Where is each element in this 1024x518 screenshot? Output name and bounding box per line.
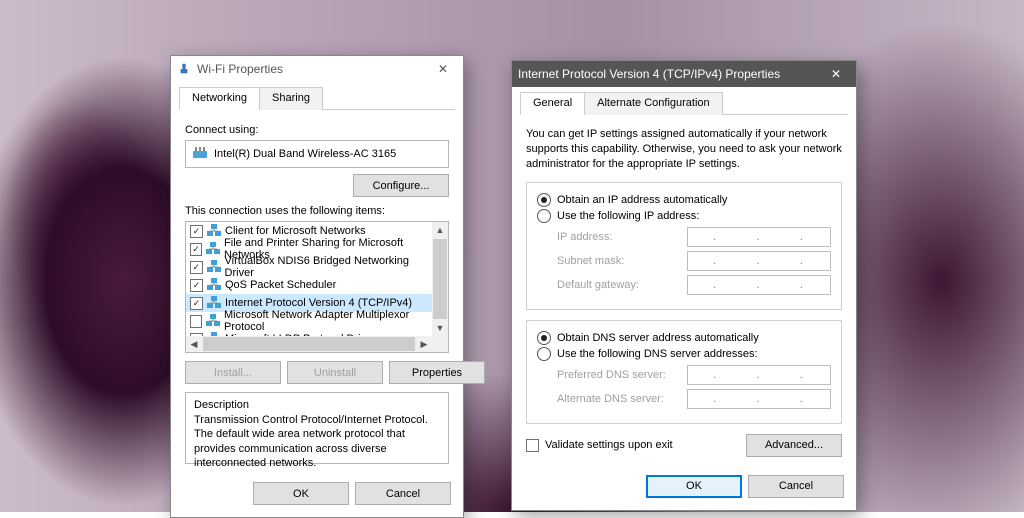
checkbox-icon[interactable]: ✓ [190,243,202,256]
adapter-field[interactable]: Intel(R) Dual Band Wireless-AC 3165 [185,140,449,168]
alternate-dns-field: ... [687,389,831,409]
scroll-right-icon[interactable]: ▶ [416,336,432,352]
list-item-label: Microsoft Network Adapter Multiplexor Pr… [224,309,432,333]
radio-dns-manual[interactable]: Use the following DNS server addresses: [537,347,831,361]
ipv4-ok-button[interactable]: OK [646,475,742,498]
checkbox-icon[interactable]: ✓ [190,225,203,238]
radio-ip-manual-label: Use the following IP address: [557,210,699,222]
install-button[interactable]: Install... [185,361,281,384]
wifi-properties-dialog: Wi-Fi Properties ✕ Networking Sharing Co… [170,55,464,518]
adapter-name: Intel(R) Dual Band Wireless-AC 3165 [214,148,396,160]
radio-ip-auto[interactable]: Obtain an IP address automatically [537,193,831,207]
list-item-label: QoS Packet Scheduler [225,279,336,291]
protocol-icon [207,260,221,275]
scrollbar-thumb[interactable] [433,239,447,319]
default-gateway-label: Default gateway: [557,279,687,291]
radio-dot-icon [537,193,551,207]
tab-networking[interactable]: Networking [179,87,260,110]
radio-dot-icon [537,331,551,345]
checkbox-icon[interactable]: ✓ [190,279,203,292]
wifi-tabstrip: Networking Sharing [179,86,455,110]
uninstall-button[interactable]: Uninstall [287,361,383,384]
wifi-icon [177,62,191,76]
radio-dns-auto[interactable]: Obtain DNS server address automatically [537,331,831,345]
tab-general[interactable]: General [520,92,585,115]
alternate-dns-label: Alternate DNS server: [557,393,687,405]
scroll-left-icon[interactable]: ◀ [186,336,202,352]
ipv4-properties-dialog: Internet Protocol Version 4 (TCP/IPv4) P… [511,60,857,511]
dns-group: Obtain DNS server address automatically … [526,320,842,424]
radio-dot-icon [537,347,551,361]
preferred-dns-label: Preferred DNS server: [557,369,687,381]
description-text: Transmission Control Protocol/Internet P… [194,413,440,470]
connection-items-list: ✓Client for Microsoft Networks✓File and … [185,221,449,353]
wifi-ok-button[interactable]: OK [253,482,349,505]
radio-ip-auto-label: Obtain an IP address automatically [557,194,727,206]
protocol-icon [206,242,220,257]
default-gateway-field: ... [687,275,831,295]
checkbox-icon[interactable]: ✓ [190,261,203,274]
description-box: Description Transmission Control Protoco… [185,392,449,464]
validate-settings-label: Validate settings upon exit [545,439,673,451]
radio-dns-manual-label: Use the following DNS server addresses: [557,348,758,360]
list-item[interactable]: ✓ VirtualBox NDIS6 Bridged Networking Dri… [186,258,432,276]
checkbox-icon [526,439,539,452]
subnet-mask-label: Subnet mask: [557,255,687,267]
ip-address-label: IP address: [557,231,687,243]
protocol-icon [207,278,221,293]
validate-settings-checkbox[interactable]: Validate settings upon exit [526,439,673,452]
description-heading: Description [194,399,440,411]
checkbox-icon[interactable] [190,315,202,328]
protocol-icon [207,296,221,311]
protocol-icon [206,314,220,329]
list-item-label: VirtualBox NDIS6 Bridged Networking Driv… [225,255,432,279]
protocol-icon [207,224,221,239]
ipv4-tabstrip: General Alternate Configuration [520,91,848,115]
horizontal-scrollbar[interactable]: ◀ ▶ [186,336,432,352]
wifi-cancel-button[interactable]: Cancel [355,482,451,505]
ipv4-cancel-button[interactable]: Cancel [748,475,844,498]
radio-ip-manual[interactable]: Use the following IP address: [537,209,831,223]
wifi-titlebar[interactable]: Wi-Fi Properties ✕ [171,56,463,82]
hscrollbar-thumb[interactable] [203,337,415,351]
items-label: This connection uses the following items… [185,205,449,217]
wifi-panel: Connect using: Intel(R) Dual Band Wirele… [171,110,463,474]
vertical-scrollbar[interactable]: ▲ ▼ [432,222,448,336]
tab-sharing[interactable]: Sharing [259,87,323,110]
ip-address-field: ... [687,227,831,247]
subnet-mask-field: ... [687,251,831,271]
list-item[interactable]: Microsoft Network Adapter Multiplexor Pr… [186,312,432,330]
scroll-down-icon[interactable]: ▼ [432,320,448,336]
network-adapter-icon [192,147,208,161]
configure-button[interactable]: Configure... [353,174,449,197]
wifi-title: Wi-Fi Properties [197,62,429,76]
ipv4-note: You can get IP settings assigned automat… [526,127,842,172]
list-item-label: Client for Microsoft Networks [225,225,366,237]
ipv4-titlebar[interactable]: Internet Protocol Version 4 (TCP/IPv4) P… [512,61,856,87]
radio-dns-auto-label: Obtain DNS server address automatically [557,332,759,344]
ipv4-panel: You can get IP settings assigned automat… [512,115,856,467]
close-icon[interactable]: ✕ [429,62,457,76]
connect-using-label: Connect using: [185,124,449,136]
scroll-up-icon[interactable]: ▲ [432,222,448,238]
close-icon[interactable]: ✕ [822,67,850,81]
checkbox-icon[interactable]: ✓ [190,297,203,310]
scrollbar-corner [432,336,448,352]
radio-dot-icon [537,209,551,223]
ipv4-title: Internet Protocol Version 4 (TCP/IPv4) P… [518,67,822,81]
tab-alternate-configuration[interactable]: Alternate Configuration [584,92,723,115]
ip-address-group: Obtain an IP address automatically Use t… [526,182,842,310]
advanced-button[interactable]: Advanced... [746,434,842,457]
preferred-dns-field: ... [687,365,831,385]
list-item-label: Internet Protocol Version 4 (TCP/IPv4) [225,297,412,309]
properties-button[interactable]: Properties [389,361,485,384]
